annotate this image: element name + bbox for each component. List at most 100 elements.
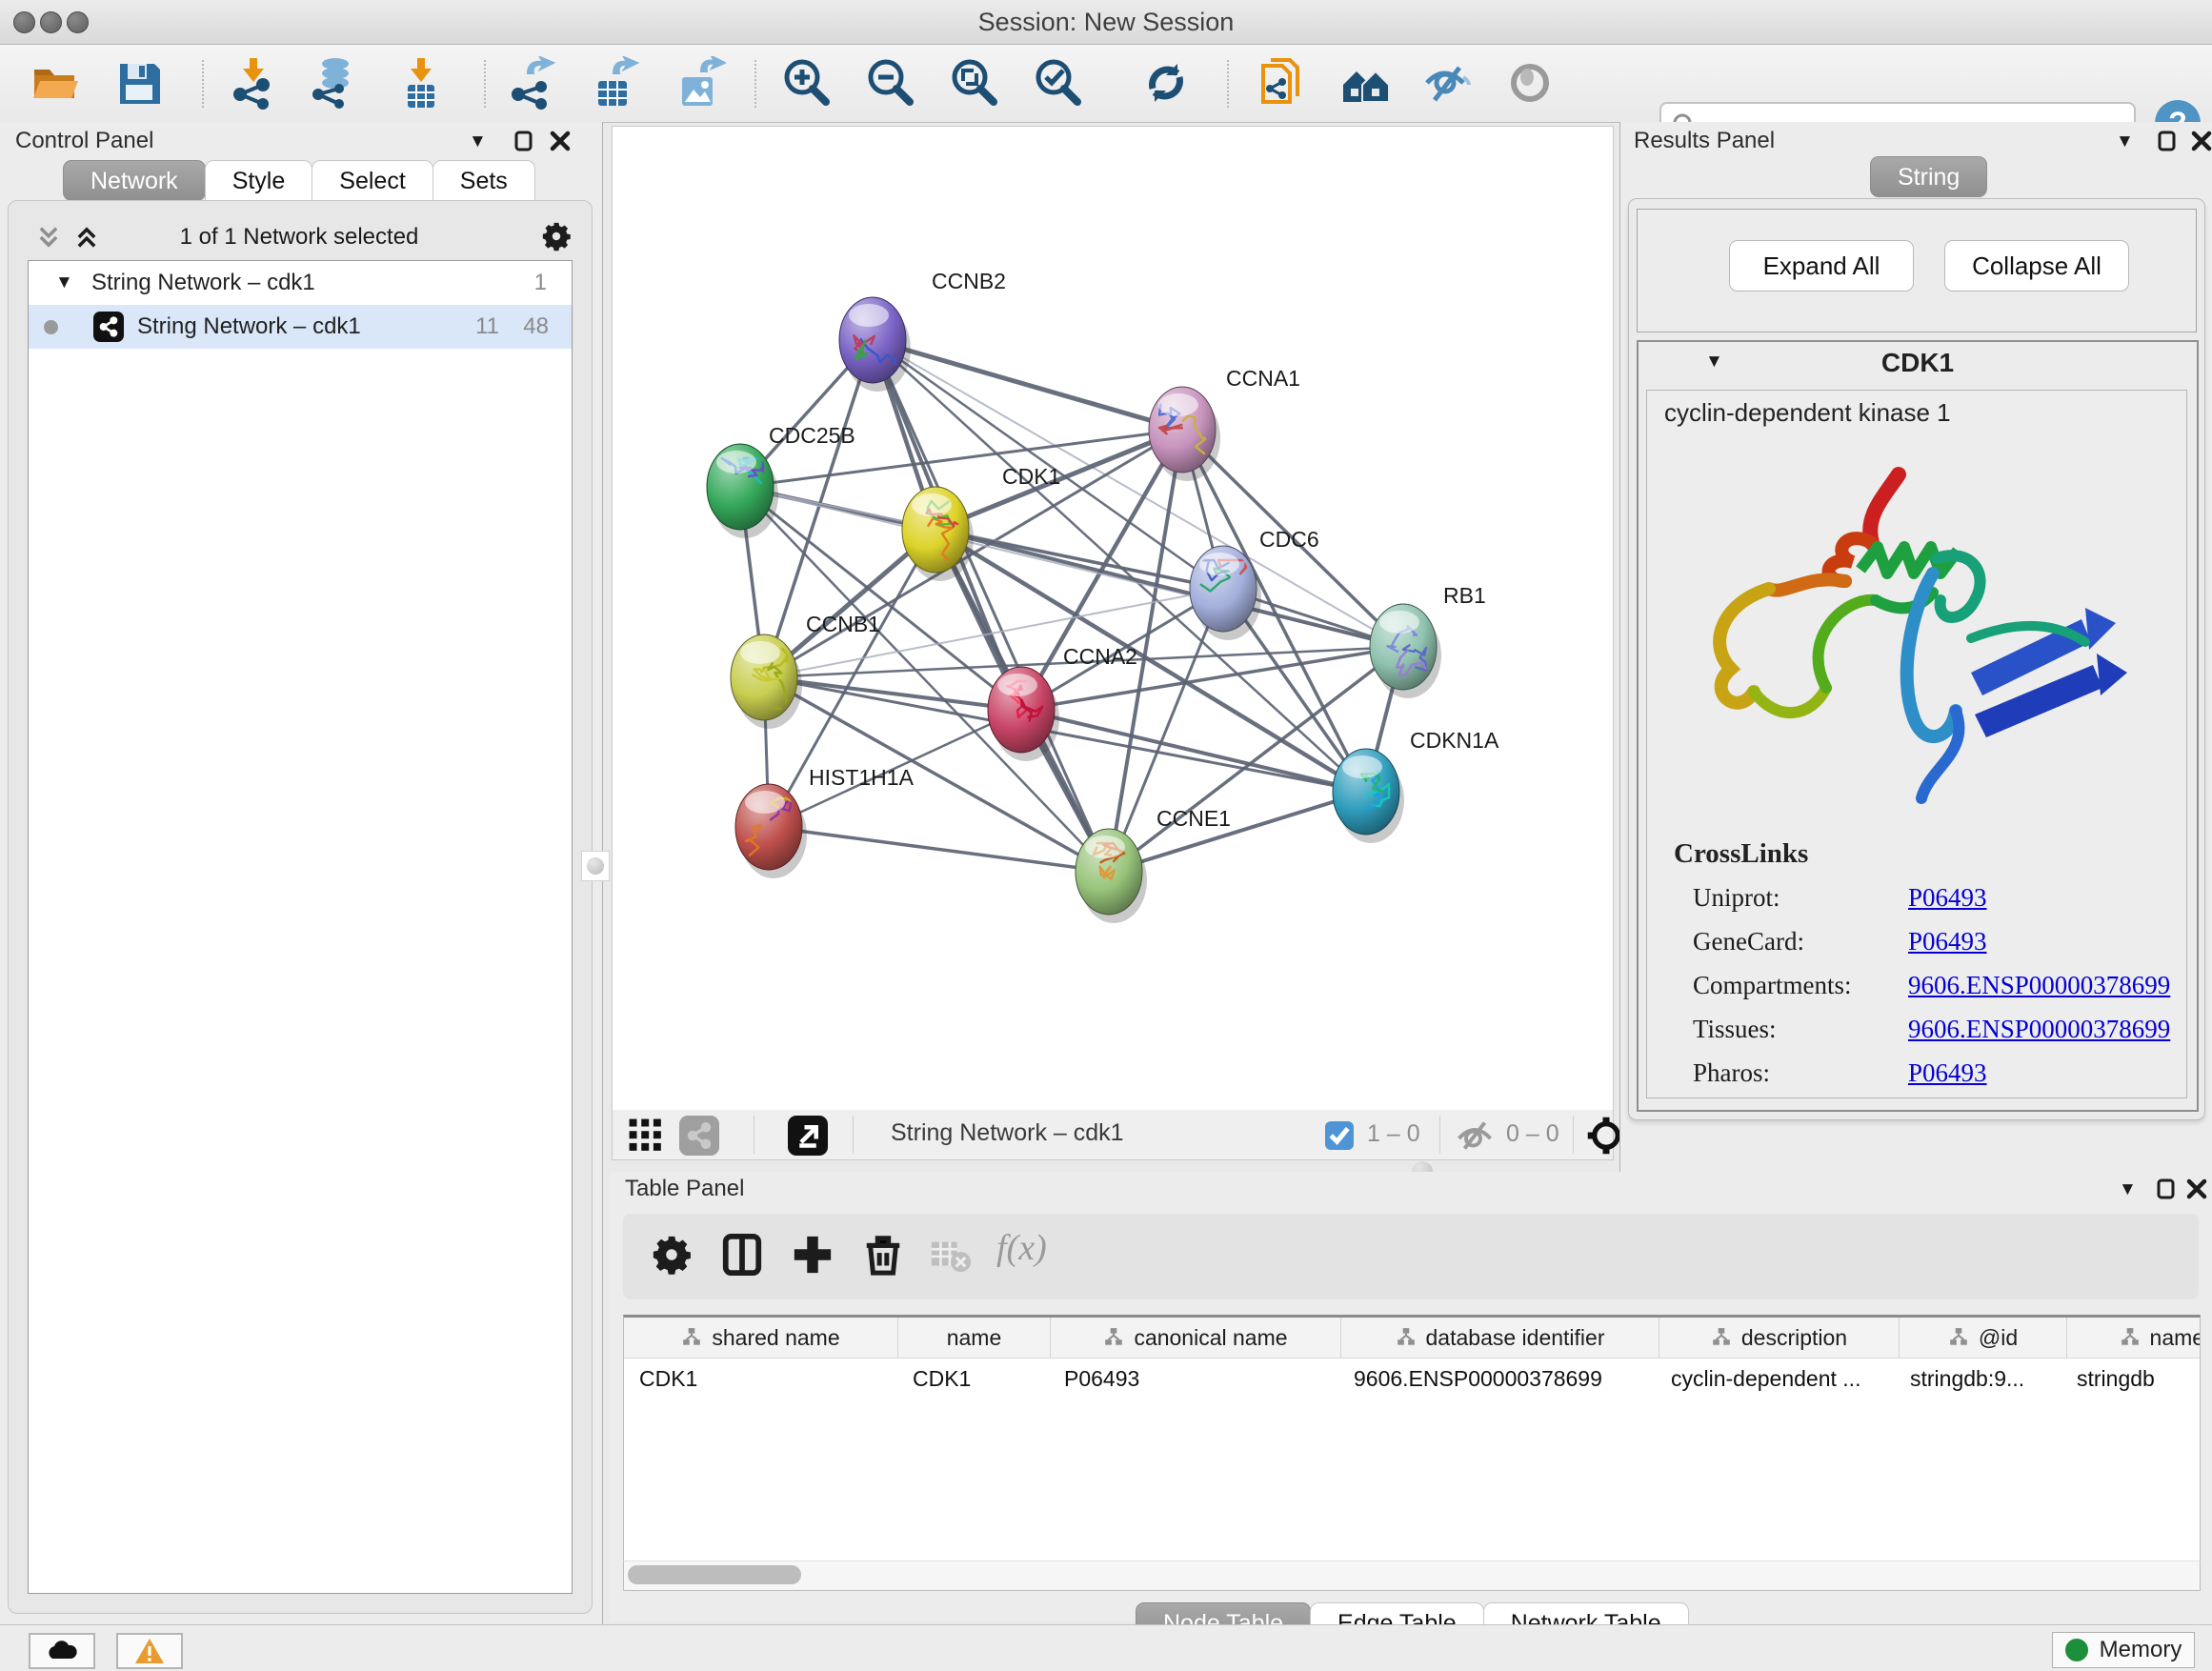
import-database-icon[interactable] bbox=[307, 56, 360, 110]
edge-CCNB1-CCNA2[interactable] bbox=[764, 677, 1021, 710]
cloud-icon bbox=[43, 1638, 81, 1664]
toolbar-separator bbox=[754, 60, 756, 108]
zoom-out-icon[interactable] bbox=[863, 56, 916, 110]
close-panel-icon[interactable] bbox=[2185, 1178, 2208, 1200]
edge-CCNB2-CCNA1[interactable] bbox=[873, 340, 1182, 430]
refresh-layout-icon[interactable] bbox=[1139, 56, 1193, 110]
edge-CCNB2-CCNE1[interactable] bbox=[873, 340, 1109, 872]
node-CDC6[interactable]: CDC6 bbox=[1190, 527, 1319, 640]
panel-menu-icon[interactable]: ▼ bbox=[2116, 131, 2134, 152]
float-panel-icon[interactable] bbox=[2156, 130, 2179, 152]
crosslink-label: Pharos: bbox=[1674, 1058, 1908, 1088]
tab-style[interactable]: Style bbox=[205, 160, 313, 201]
hidden-eye-icon bbox=[1455, 1119, 1495, 1152]
column-network-icon bbox=[1396, 1327, 1417, 1348]
panel-menu-icon[interactable]: ▼ bbox=[469, 131, 487, 152]
table-horizontal-scrollbar[interactable] bbox=[623, 1560, 2201, 1591]
column-header-database-identifier[interactable]: database identifier bbox=[1341, 1318, 1659, 1358]
warning-button[interactable] bbox=[116, 1633, 183, 1669]
node-CDKN1A[interactable]: CDKN1A bbox=[1333, 728, 1499, 843]
edge-CDK1-RB1[interactable] bbox=[935, 530, 1403, 647]
float-panel-icon[interactable] bbox=[2155, 1178, 2178, 1200]
edge-CCNA2-CDKN1A[interactable] bbox=[1021, 710, 1366, 792]
scrollbar-thumb[interactable] bbox=[628, 1565, 801, 1584]
open-in-new-icon[interactable] bbox=[788, 1116, 828, 1156]
cell-@id[interactable]: stringdb:9... bbox=[1895, 1359, 2061, 1399]
cell-canonical-name[interactable]: P06493 bbox=[1049, 1359, 1338, 1399]
close-panel-icon[interactable] bbox=[549, 130, 572, 152]
zoom-in-icon[interactable] bbox=[779, 56, 833, 110]
node-RB1[interactable]: RB1 bbox=[1370, 583, 1486, 698]
close-panel-icon[interactable] bbox=[2190, 130, 2212, 152]
crosslink-value-link[interactable]: 9606.ENSP00000378699 bbox=[1908, 971, 2170, 999]
node-label-CDC25B: CDC25B bbox=[769, 423, 855, 448]
network-row-selected[interactable]: String Network – cdk1 11 48 bbox=[29, 305, 572, 349]
tab-sets[interactable]: Sets bbox=[432, 160, 535, 201]
edge-HIST1H1A-CCNE1[interactable] bbox=[769, 827, 1109, 872]
column-header-@id[interactable]: @id bbox=[1900, 1318, 2067, 1358]
show-columns-icon[interactable] bbox=[720, 1233, 764, 1277]
table-row[interactable]: CDK1CDK1P064939606.ENSP00000378699cyclin… bbox=[624, 1359, 2200, 1399]
statusbar: Memory bbox=[0, 1624, 2212, 1671]
node-CDK1[interactable]: CDK1 bbox=[902, 464, 1060, 581]
birds-eye-grid-icon[interactable] bbox=[628, 1117, 664, 1154]
panel-menu-icon[interactable]: ▼ bbox=[2119, 1179, 2137, 1200]
cloud-button[interactable] bbox=[29, 1633, 95, 1669]
expand-all-button[interactable]: Expand All bbox=[1729, 240, 1914, 292]
gear-icon[interactable] bbox=[540, 220, 573, 252]
column-header-shared-name[interactable]: shared name bbox=[624, 1318, 898, 1358]
network-view-canvas[interactable]: CCNB2CCNA1CDC25BCDK1CDC6RB1CCNB1CCNA2CDK… bbox=[612, 126, 1614, 1111]
open-folder-icon[interactable] bbox=[29, 56, 82, 110]
show-eye-icon[interactable] bbox=[1503, 56, 1557, 110]
hide-eye-icon[interactable] bbox=[1421, 56, 1475, 110]
crosslink-value-link[interactable]: P06493 bbox=[1908, 883, 1987, 912]
node-CCNE1[interactable]: CCNE1 bbox=[1076, 806, 1231, 923]
delete-column-icon[interactable] bbox=[861, 1233, 905, 1277]
results-panel-title: Results Panel bbox=[1634, 128, 1775, 154]
zoom-fit-icon[interactable] bbox=[947, 56, 1000, 110]
string-network-graph[interactable]: CCNB2CCNA1CDC25BCDK1CDC6RB1CCNB1CCNA2CDK… bbox=[613, 127, 1613, 1110]
cell-shared-name[interactable]: CDK1 bbox=[624, 1359, 897, 1399]
column-header-canonical-name[interactable]: canonical name bbox=[1051, 1318, 1341, 1358]
left-splitter-handle[interactable] bbox=[581, 851, 610, 881]
export-table-icon[interactable] bbox=[587, 56, 640, 110]
export-network-icon[interactable] bbox=[505, 56, 558, 110]
export-image-icon[interactable] bbox=[673, 56, 726, 110]
node-CCNA1[interactable]: CCNA1 bbox=[1149, 366, 1300, 481]
cell-description[interactable]: cyclin-dependent ... bbox=[1656, 1359, 1895, 1399]
collection-expand-icon[interactable]: ▼ bbox=[55, 261, 73, 305]
crosslink-row: Pharos:P06493 bbox=[1674, 1058, 2170, 1102]
tab-string[interactable]: String bbox=[1870, 156, 1987, 197]
string-homes-icon[interactable] bbox=[1339, 56, 1393, 110]
crosslink-row: GeneCard:P06493 bbox=[1674, 927, 2170, 971]
node-table[interactable]: shared namenamecanonical namedatabase id… bbox=[623, 1315, 2201, 1563]
column-header-namespace[interactable]: namespace bbox=[2067, 1318, 2201, 1358]
crosslink-value-link[interactable]: 9606.ENSP00000378699 bbox=[1908, 1015, 2170, 1043]
import-network-icon[interactable] bbox=[227, 56, 280, 110]
memory-button[interactable]: Memory bbox=[2052, 1632, 2195, 1668]
float-panel-icon[interactable] bbox=[513, 130, 535, 152]
zoom-selected-icon[interactable] bbox=[1031, 56, 1084, 110]
selected-checkbox[interactable] bbox=[1325, 1121, 1354, 1150]
cell-database-identifier[interactable]: 9606.ENSP00000378699 bbox=[1338, 1359, 1656, 1399]
table-gear-icon[interactable] bbox=[650, 1233, 694, 1277]
tab-select[interactable]: Select bbox=[312, 160, 432, 201]
edge-CDKN1A-CCNE1[interactable] bbox=[1109, 792, 1366, 872]
save-session-icon[interactable] bbox=[112, 56, 166, 110]
node-HIST1H1A[interactable]: HIST1H1A bbox=[735, 765, 915, 878]
share-document-icon[interactable] bbox=[1256, 56, 1309, 110]
collapse-all-button[interactable]: Collapse All bbox=[1944, 240, 2129, 292]
gene-section-header[interactable]: ▼ CDK1 bbox=[1639, 342, 2197, 386]
add-column-icon[interactable] bbox=[791, 1233, 835, 1277]
network-collection-row[interactable]: ▼ String Network – cdk1 1 bbox=[29, 261, 572, 305]
cell-namespace[interactable]: stringdb bbox=[2061, 1359, 2201, 1399]
import-table-icon[interactable] bbox=[394, 56, 448, 110]
crosslink-value-link[interactable]: P06493 bbox=[1908, 1058, 1987, 1087]
column-header-name[interactable]: name bbox=[898, 1318, 1051, 1358]
column-label: @id bbox=[1979, 1325, 2018, 1351]
cell-name[interactable]: CDK1 bbox=[897, 1359, 1049, 1399]
tab-network[interactable]: Network bbox=[63, 160, 206, 201]
network-share-icon[interactable] bbox=[679, 1116, 719, 1156]
crosslink-value-link[interactable]: P06493 bbox=[1908, 927, 1987, 956]
column-header-description[interactable]: description bbox=[1659, 1318, 1900, 1358]
